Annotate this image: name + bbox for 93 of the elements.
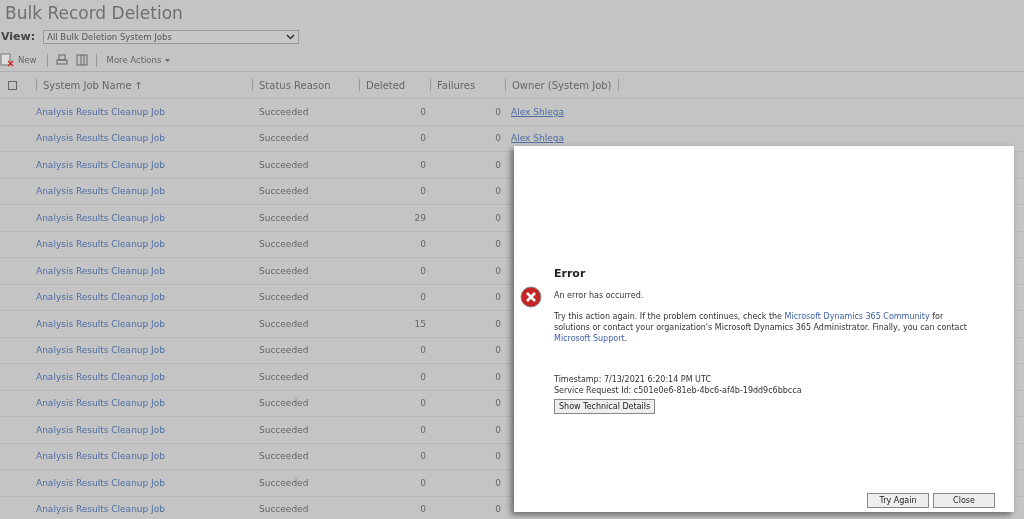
- failures-cell-text: 0: [494, 477, 502, 488]
- failures-cell-text: 0: [494, 318, 502, 329]
- status-cell-text: Succeeded: [258, 318, 310, 329]
- deleted-cell-text: 0: [419, 504, 427, 515]
- column-header[interactable]: System Job Name: [36, 79, 252, 91]
- column-header[interactable]: Status Reason: [252, 79, 359, 91]
- failures-cell-text: 0: [494, 451, 502, 462]
- deleted-cell-text: 0: [419, 451, 427, 462]
- select-all-checkbox[interactable]: [8, 80, 17, 90]
- status-cell-text: Succeeded: [258, 159, 310, 170]
- deleted-cell-text: 15: [413, 318, 427, 329]
- job-name-link[interactable]: Analysis Results Cleanup Job: [36, 159, 252, 170]
- help-link[interactable]: Microsoft Dynamics 365 Community: [784, 312, 930, 321]
- status-cell-text: Succeeded: [258, 265, 310, 276]
- more-actions-button[interactable]: More Actions: [104, 55, 173, 65]
- column-header[interactable]: Failures: [430, 79, 505, 91]
- failures-cell-text: 0: [494, 239, 502, 250]
- deleted-cell-text: 0: [419, 133, 427, 144]
- failures-cell-text: 0: [494, 265, 502, 276]
- status-cell-text: Succeeded: [258, 477, 310, 488]
- status-cell-text: Succeeded: [258, 451, 310, 462]
- failures-cell-text: 0: [494, 398, 502, 409]
- deleted-cell-text: 0: [419, 106, 427, 117]
- columns-icon[interactable]: [75, 54, 88, 66]
- error-instructions: Try this action again. If the problem continues, check the Microsoft Dynamics 365 Community for solutions or contact your organization's Microsoft Dynamics 365 Administrator. Finally, you can contact Microsoft Support.: [554, 311, 968, 344]
- job-name-link[interactable]: Analysis Results Cleanup Job: [36, 106, 252, 117]
- try-again-button[interactable]: Try Again: [867, 493, 929, 508]
- new-button[interactable]: New: [0, 53, 39, 67]
- failures-cell-text: 0: [494, 186, 502, 197]
- job-name-link[interactable]: Analysis Results Cleanup Job: [36, 265, 252, 276]
- view-dropdown[interactable]: All Bulk Deletion System Jobs: [43, 30, 300, 44]
- job-name-link[interactable]: Analysis Results Cleanup Job: [36, 345, 252, 356]
- failures-cell-text: 0: [494, 424, 502, 435]
- failures-cell-text: 0: [494, 504, 502, 515]
- deleted-cell-text: 0: [419, 265, 427, 276]
- job-name-link[interactable]: Analysis Results Cleanup Job: [36, 212, 252, 223]
- status-cell-text: Succeeded: [258, 398, 310, 409]
- failures-cell-text: 0: [494, 106, 502, 117]
- deleted-cell-text: 0: [419, 292, 427, 303]
- show-details-button[interactable]: Show Technical Details: [554, 399, 656, 414]
- deleted-cell-text: 0: [419, 186, 427, 197]
- failures-cell-text: 0: [494, 212, 502, 223]
- job-name-link[interactable]: Analysis Results Cleanup Job: [36, 186, 252, 197]
- close-button[interactable]: Close: [933, 493, 995, 508]
- job-name-link[interactable]: Analysis Results Cleanup Job: [36, 398, 252, 409]
- help-link[interactable]: Microsoft Support: [554, 334, 625, 343]
- dialog-title: Error: [554, 267, 587, 280]
- deleted-cell-text: 0: [419, 398, 427, 409]
- status-cell-text: Succeeded: [258, 186, 310, 197]
- deleted-cell-text: 0: [419, 345, 427, 356]
- deleted-cell-text: 29: [413, 212, 427, 223]
- job-name-link[interactable]: Analysis Results Cleanup Job: [36, 477, 252, 488]
- failures-cell-text: 0: [494, 133, 502, 144]
- status-cell-text: Succeeded: [258, 292, 310, 303]
- status-cell-text: Succeeded: [258, 239, 310, 250]
- failures-cell-text: 0: [494, 292, 502, 303]
- job-name-link[interactable]: Analysis Results Cleanup Job: [36, 504, 252, 515]
- failures-cell-text: 0: [494, 371, 502, 382]
- column-header[interactable]: Owner (System Job): [505, 79, 619, 91]
- printer-icon[interactable]: [55, 54, 68, 66]
- request-id-text: Service Request Id: c501e0e6-81eb-4bc6-af4b-19dd9c6bbcca: [554, 385, 803, 396]
- column-header[interactable]: Deleted: [359, 79, 430, 91]
- status-cell-text: Succeeded: [258, 504, 310, 515]
- job-name-link[interactable]: Analysis Results Cleanup Job: [36, 292, 252, 303]
- timestamp-text: Timestamp: 7/13/2021 6:20:14 PM UTC: [554, 374, 712, 385]
- deleted-cell-text: 0: [419, 424, 427, 435]
- error-icon: [520, 286, 542, 308]
- status-cell-text: Succeeded: [258, 212, 310, 223]
- deleted-cell-text: 0: [419, 477, 427, 488]
- failures-cell-text: 0: [494, 159, 502, 170]
- status-cell-text: Succeeded: [258, 106, 310, 117]
- status-cell-text: Succeeded: [258, 424, 310, 435]
- view-label: View:: [1, 30, 36, 44]
- caret-icon: [165, 58, 171, 62]
- owner-link[interactable]: Alex Shlega: [511, 133, 564, 144]
- new-record-icon: [0, 53, 14, 67]
- job-name-link[interactable]: Analysis Results Cleanup Job: [36, 133, 252, 144]
- deleted-cell-text: 0: [419, 239, 427, 250]
- status-cell-text: Succeeded: [258, 133, 310, 144]
- job-name-link[interactable]: Analysis Results Cleanup Job: [36, 371, 252, 382]
- owner-link[interactable]: Alex Shlega: [511, 106, 564, 117]
- error-message: An error has occurred.: [554, 290, 645, 301]
- failures-cell-text: 0: [494, 345, 502, 356]
- status-cell-text: Succeeded: [258, 345, 310, 356]
- job-name-link[interactable]: Analysis Results Cleanup Job: [36, 239, 252, 250]
- deleted-cell-text: 0: [419, 159, 427, 170]
- deleted-cell-text: 0: [419, 371, 427, 382]
- page-title: Bulk Record Deletion: [4, 2, 184, 25]
- job-name-link[interactable]: Analysis Results Cleanup Job: [36, 318, 252, 329]
- chevron-down-icon: [286, 34, 296, 40]
- job-name-link[interactable]: Analysis Results Cleanup Job: [36, 424, 252, 435]
- job-name-link[interactable]: Analysis Results Cleanup Job: [36, 451, 252, 462]
- status-cell-text: Succeeded: [258, 371, 310, 382]
